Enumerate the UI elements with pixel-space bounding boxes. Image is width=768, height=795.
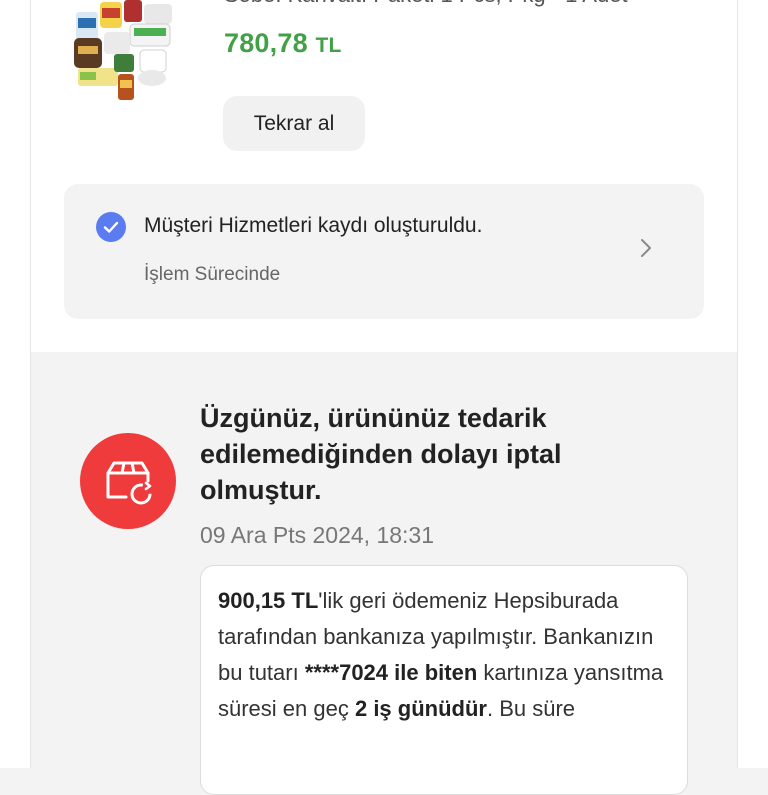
support-ticket-card[interactable]: Müşteri Hizmetleri kaydı oluşturuldu. İş… bbox=[64, 184, 704, 319]
refund-text-part-3: . Bu süre bbox=[486, 696, 576, 721]
price-value: 780,78 bbox=[224, 28, 308, 58]
cancelled-package-icon bbox=[80, 433, 176, 529]
product-image bbox=[74, 0, 172, 100]
page-margin-left bbox=[0, 0, 31, 768]
chevron-right-icon bbox=[641, 239, 651, 257]
ticket-title: Müşteri Hizmetleri kaydı oluşturuldu. bbox=[144, 214, 483, 237]
check-circle-icon bbox=[96, 212, 126, 242]
ticket-status: İşlem Sürecinde bbox=[144, 264, 281, 285]
refund-card: ****7024 ile biten bbox=[304, 660, 478, 685]
refund-text: 900,15 TL'lik geri ödemeniz Hepsiburada … bbox=[218, 583, 678, 727]
cancellation-message: Üzgünüz, ürününüz tedarik edilemediğinde… bbox=[200, 403, 562, 505]
product-name: Sobe. Kahvaltı Paketi 1 Pcs, Pkg - 1 Ade… bbox=[224, 0, 628, 8]
refund-duration: 2 iş günüdür bbox=[354, 696, 487, 721]
refund-info-box: 900,15 TL'lik geri ödemeniz Hepsiburada … bbox=[200, 565, 688, 795]
page-margin-right bbox=[737, 0, 768, 768]
refund-amount: 900,15 TL bbox=[218, 588, 319, 613]
reorder-button[interactable]: Tekrar al bbox=[223, 96, 365, 151]
price-currency: TL bbox=[315, 34, 342, 57]
product-price: 780,78 TL bbox=[224, 28, 342, 59]
cancellation-date: 09 Ara Pts 2024, 18:31 bbox=[200, 522, 435, 548]
